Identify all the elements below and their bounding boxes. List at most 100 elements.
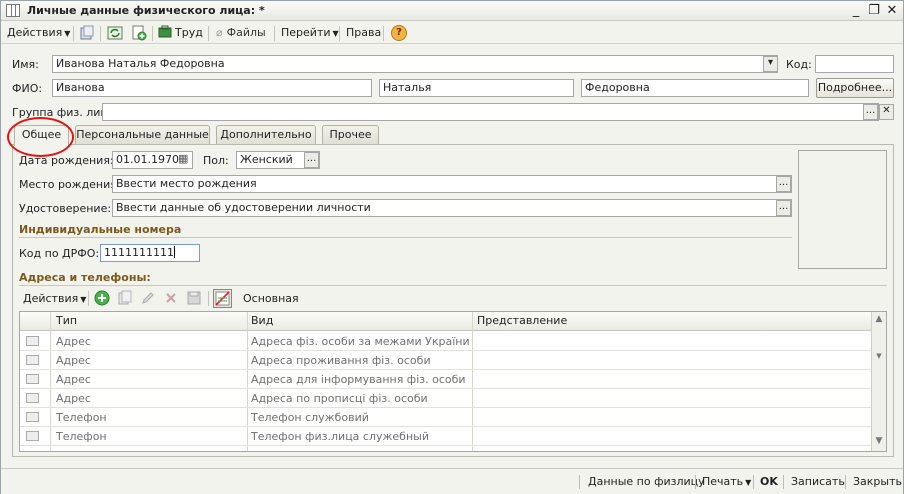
toolbar-separator	[208, 26, 209, 41]
tab-additional[interactable]: Дополнительно	[216, 125, 316, 145]
drfo-field[interactable]: 1111111111	[100, 244, 200, 262]
toolbar-separator	[845, 475, 846, 489]
individual-numbers-section: Индивидуальные номера	[19, 223, 182, 236]
copy-icon[interactable]	[79, 25, 95, 41]
toolbar-separator	[339, 26, 340, 41]
column-header-kind[interactable]: Вид	[251, 314, 273, 327]
table-row[interactable]: Адрес Адреса фіз. особи за межами Україн…	[20, 332, 872, 351]
code-field[interactable]	[815, 55, 894, 73]
drfo-label: Код по ДРФО:	[19, 247, 100, 260]
first-name-field[interactable]: Наталья	[379, 79, 574, 97]
delete-icon[interactable]	[163, 290, 179, 306]
bottom-command-bar: Данные по физлицу Печать ▼ OK Записать За…	[1, 468, 903, 494]
scroll-up-icon[interactable]: ▲	[874, 314, 884, 324]
middle-name-field[interactable]: Федоровна	[581, 79, 809, 97]
row-kind: Адреса для інформування фіз. особи	[251, 373, 466, 386]
files-button[interactable]: ⌀ Файлы	[216, 25, 266, 41]
row-kind: Адреса фіз. особи за межами України	[251, 335, 470, 348]
group-label: Группа физ. лиц:	[12, 106, 112, 119]
column-header-type[interactable]: Тип	[56, 314, 77, 327]
close-button[interactable]: Закрыть	[853, 475, 902, 488]
person-data-window: Личные данные физического лица: * _ ❐ ✕ …	[0, 0, 904, 494]
id-doc-field[interactable]: Ввести данные об удостоверении личности	[112, 199, 792, 217]
birth-place-label: Место рождения:	[19, 178, 121, 191]
birth-place-field[interactable]: Ввести место рождения	[112, 175, 792, 193]
files-label: Файлы	[226, 26, 266, 39]
calendar-icon[interactable]: ▦	[178, 152, 191, 166]
birth-place-select-button[interactable]: ...	[776, 176, 791, 192]
toolbar-separator	[753, 475, 754, 489]
phone-icon	[26, 431, 39, 441]
chevron-down-icon: ▾	[767, 57, 774, 68]
main-address-label[interactable]: Основная	[243, 291, 299, 307]
tab-personal-data[interactable]: Персональные данные	[75, 125, 210, 145]
group-select-button[interactable]: ...	[863, 104, 878, 120]
scroll-thumb-icon[interactable]: ▼	[874, 352, 884, 360]
actions-menu[interactable]: Действия ▼	[7, 25, 70, 41]
toolbar-separator	[88, 291, 89, 306]
row-type: Телефон	[56, 430, 107, 443]
refresh-icon[interactable]	[107, 25, 123, 41]
copy-icon[interactable]	[117, 290, 133, 306]
table-row[interactable]: Телефон Телефон физ.лица служебный	[20, 427, 872, 446]
data-by-person-button[interactable]: Данные по физлицу	[588, 475, 705, 488]
rights-button[interactable]: Права	[346, 25, 381, 41]
sex-label: Пол:	[203, 154, 229, 167]
group-clear-button[interactable]: ✕	[879, 104, 894, 120]
document-add-icon[interactable]	[131, 25, 147, 41]
work-button[interactable]: Труд	[158, 25, 203, 41]
photo-area[interactable]	[798, 150, 887, 269]
chevron-down-icon: ▼	[745, 478, 752, 487]
sex-select-button[interactable]: ...	[304, 152, 319, 168]
ok-button[interactable]: OK	[760, 475, 778, 488]
addresses-actions-menu[interactable]: Действия ▼	[23, 291, 86, 307]
phone-icon	[26, 412, 39, 422]
toolbar-separator	[783, 475, 784, 489]
row-kind: Адреса по прописці фіз. особи	[251, 392, 428, 405]
toolbar-separator	[695, 475, 696, 489]
address-icon	[26, 355, 39, 365]
toolbar-separator	[152, 26, 153, 41]
vertical-scrollbar[interactable]: ▲ ▼ ▼	[871, 312, 886, 451]
toolbar-separator	[274, 26, 275, 41]
table-row[interactable]: Адрес Адреса по прописці фіз. особи	[20, 389, 872, 408]
name-field[interactable]: Иванова Наталья Федоровна	[52, 55, 778, 73]
toolbar-separator	[208, 291, 209, 306]
goto-menu[interactable]: Перейти ▼	[281, 25, 339, 41]
birth-date-label: Дата рождения:	[19, 154, 114, 167]
tab-other[interactable]: Прочее	[322, 125, 379, 145]
id-doc-label: Удостоверение:	[19, 202, 112, 215]
more-details-button[interactable]: Подробнее...	[816, 78, 894, 98]
actions-menu-label: Действия	[7, 26, 63, 39]
add-icon[interactable]	[94, 290, 110, 306]
id-doc-select-button[interactable]: ...	[776, 200, 791, 216]
table-row[interactable]: Телефон Телефон службовий	[20, 408, 872, 427]
address-icon	[26, 374, 39, 384]
minimize-button[interactable]: _	[847, 2, 865, 19]
scroll-down-icon[interactable]: ▼	[874, 436, 884, 446]
print-menu[interactable]: Печать ▼	[702, 475, 751, 488]
table-row[interactable]: Адрес Адреса для інформування фіз. особи	[20, 370, 872, 389]
edit-icon[interactable]	[140, 290, 156, 306]
save-icon[interactable]	[186, 290, 202, 306]
addresses-section: Адреса и телефоны:	[19, 271, 151, 284]
column-header-representation[interactable]: Представление	[477, 314, 567, 327]
work-label: Труд	[175, 26, 203, 39]
print-label: Печать	[702, 475, 744, 488]
maximize-button[interactable]: ❐	[865, 2, 883, 19]
table-row[interactable]: Адрес Адреса проживання фіз. особи	[20, 351, 872, 370]
addresses-actions-label: Действия	[23, 292, 79, 305]
set-main-icon[interactable]	[213, 289, 232, 308]
last-name-field[interactable]: Иванова	[52, 79, 372, 97]
group-field[interactable]	[102, 103, 879, 121]
addresses-table: Тип Вид Представление Адрес Адреса фіз. …	[19, 311, 887, 452]
save-button[interactable]: Записать	[791, 475, 845, 488]
name-dropdown-button[interactable]: ▾	[763, 56, 778, 72]
divider	[19, 237, 792, 238]
toolbar-separator	[383, 26, 384, 41]
text-caret	[174, 246, 175, 258]
row-type: Адрес	[56, 335, 91, 348]
tab-general[interactable]: Общее	[14, 125, 69, 146]
close-window-button[interactable]: ✕	[883, 2, 901, 19]
help-icon[interactable]: ?	[391, 25, 407, 41]
